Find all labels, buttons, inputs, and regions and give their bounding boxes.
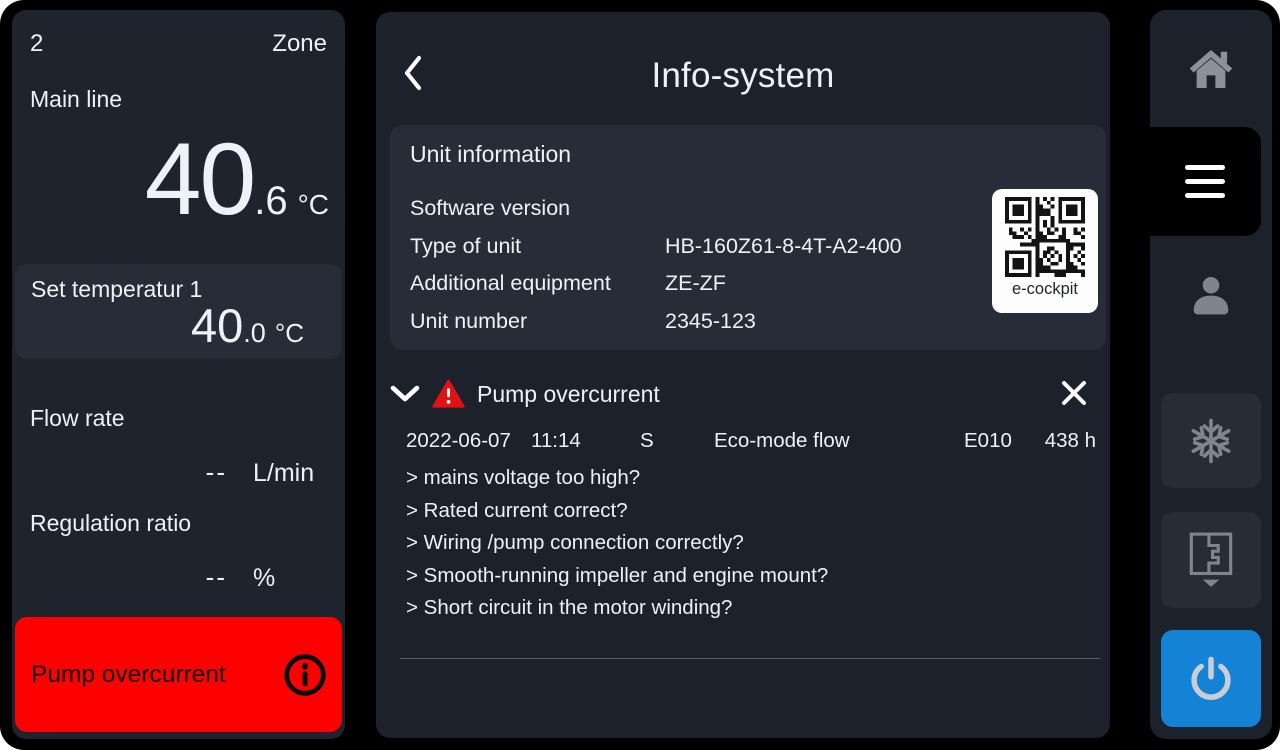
check-item: > mains voltage too high? [406,462,1100,495]
alarm-status: S [640,429,654,453]
home-button[interactable] [1150,10,1272,128]
unit-info-row: Software version [410,196,1086,234]
unit-info-row: Additional equipment ZE-ZF [410,271,1086,309]
menu-button-active[interactable] [1124,127,1261,236]
info-icon [282,652,328,698]
regulation-ratio-label: Regulation ratio [30,510,191,537]
menu-icon [1185,165,1225,198]
row-label: Type of unit [410,234,665,259]
set-temp-fraction: .0 [243,318,266,349]
snowflake-icon [1187,417,1235,465]
flow-rate-unit: L/min [253,459,327,488]
unit-information-card: Unit information Software version Type o… [390,125,1106,350]
alarm-meta-row: 2022-06-07 11:14 S Eco-mode flow E010 43… [390,429,1106,457]
main-temp-unit: °C [298,189,329,221]
alarm-hours: 438 h [1045,429,1096,453]
alarm-close-button[interactable] [1056,375,1092,411]
cooling-button[interactable] [1161,393,1261,488]
set-temp-integer: 40 [191,302,243,349]
page-title: Info-system [376,56,1110,96]
zone-header: 2 Zone [30,30,327,58]
set-temperature-label: Set temperatur 1 [31,276,202,303]
hmi-screen: 2 Zone Main line 40 .6 °C Set temperatur… [0,0,1280,750]
collapse-button[interactable] [390,384,424,404]
check-item: > Wiring /pump connection correctly? [406,527,1100,560]
main-line-temperature: 40 .6 °C [12,128,329,230]
qr-code-icon [1005,197,1085,277]
alarm-banner-label: Pump overcurrent [31,661,226,689]
row-label: Unit number [410,309,665,334]
power-button[interactable] [1161,630,1261,727]
e-cockpit-qr[interactable]: e-cockpit [992,189,1098,313]
regulation-ratio-unit: % [253,564,327,593]
info-system-panel: Info-system Unit information Software ve… [376,12,1110,738]
mold-icon [1188,531,1234,589]
user-button[interactable] [1150,236,1272,354]
alarm-banner[interactable]: Pump overcurrent [15,617,342,732]
check-item: > Smooth-running impeller and engine mou… [406,560,1100,593]
regulation-ratio-row: -- % [30,562,327,593]
main-temp-integer: 40 [145,128,254,230]
zone-status-panel: 2 Zone Main line 40 .6 °C Set temperatur… [12,10,345,739]
set-temperature-value: 40 .0 °C [191,302,304,349]
zone-number: 2 [30,30,43,58]
qr-caption: e-cockpit [1012,280,1078,299]
check-item: > Rated current correct? [406,495,1100,528]
row-label: Software version [410,196,665,221]
flow-rate-label: Flow rate [30,405,125,432]
alarm-code: E010 [964,429,1012,453]
main-temp-fraction: .6 [254,179,287,224]
nav-sidebar [1150,10,1272,739]
close-icon [1060,379,1088,407]
alarm-checklist: > mains voltage too high? > Rated curren… [406,462,1100,625]
alarm-detail-header: Pump overcurrent [390,375,1106,413]
main-line-label: Main line [30,86,122,113]
chevron-down-icon [390,384,420,404]
warning-icon [432,379,465,409]
alarm-title: Pump overcurrent [477,381,660,408]
unit-info-row: Type of unit HB-160Z61-8-4T-A2-400 [410,234,1086,272]
alarm-mode: Eco-mode flow [714,429,850,453]
flow-rate-value: -- [30,457,227,488]
set-temperature-card[interactable]: Set temperatur 1 40 .0 °C [15,264,342,359]
section-divider [400,658,1100,659]
power-icon [1187,655,1235,703]
zone-label: Zone [272,30,327,58]
user-icon [1188,272,1234,318]
flow-rate-row: -- L/min [30,457,327,488]
home-icon [1188,48,1234,90]
set-temp-unit: °C [275,318,304,349]
regulation-ratio-value: -- [30,562,227,593]
unit-info-row: Unit number 2345-123 [410,309,1086,347]
row-label: Additional equipment [410,271,665,296]
check-item: > Short circuit in the motor winding? [406,592,1100,625]
alarm-time: 11:14 [531,429,581,453]
mold-select-button[interactable] [1161,512,1261,608]
alarm-date: 2022-06-07 [406,429,511,453]
unit-information-title: Unit information [410,141,1086,168]
